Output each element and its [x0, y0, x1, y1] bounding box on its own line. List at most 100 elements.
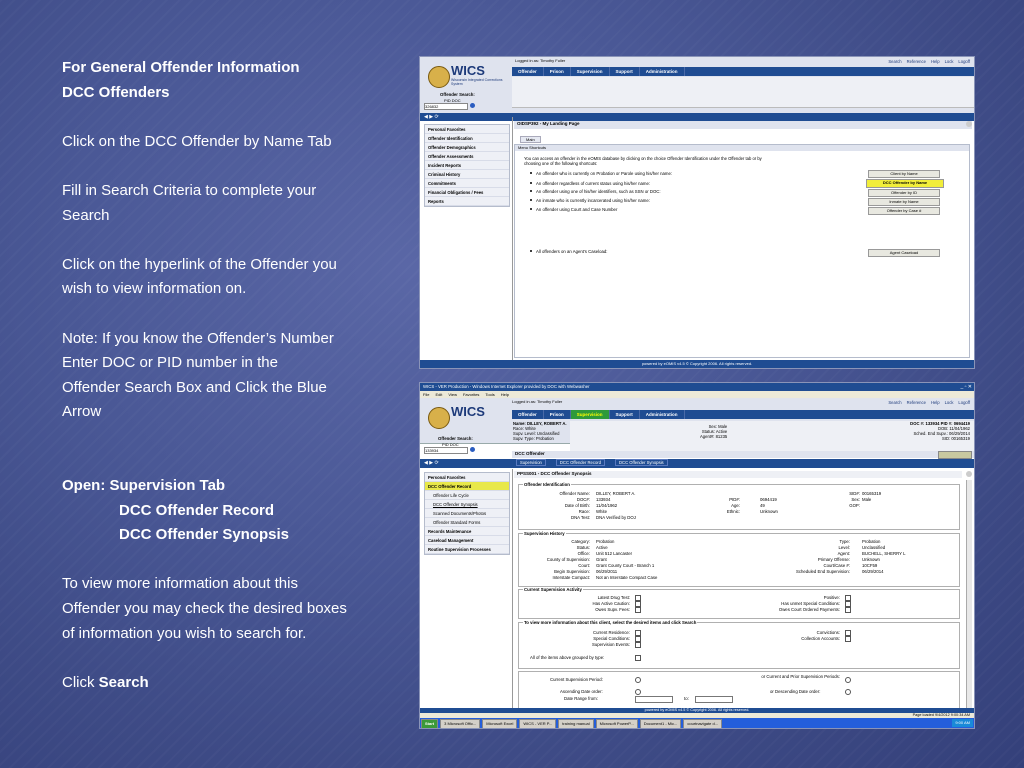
nav-icons[interactable]: ◀ ▶ ⟳ — [424, 114, 439, 120]
help-icon[interactable] — [966, 121, 972, 127]
top-link[interactable]: Help — [931, 400, 940, 405]
nav-item[interactable]: DCC Offender Synopsis — [425, 500, 509, 509]
nav-item[interactable]: Offender Demographics — [425, 143, 509, 152]
date-input[interactable] — [695, 696, 733, 703]
date-input[interactable] — [635, 696, 673, 703]
top-link[interactable]: Logoff — [958, 59, 970, 64]
top-links[interactable]: Search Reference Help Lock Logoff — [883, 59, 970, 64]
tab-supervision[interactable]: Supervision — [570, 410, 610, 419]
nav-item[interactable]: Criminal History — [425, 170, 509, 179]
nav-item[interactable]: Personal Favorites — [425, 125, 509, 134]
nav-item[interactable]: Personal Favorites — [425, 473, 509, 482]
shortcut-button[interactable]: Agent Caseload — [868, 249, 940, 257]
nav-item[interactable]: Caseload Management — [425, 536, 509, 545]
radio-button[interactable] — [845, 677, 851, 683]
nav-icons[interactable]: ◀ ▶ ⟳ — [424, 460, 439, 466]
tab-administration[interactable]: Administration — [640, 67, 685, 76]
checkbox[interactable] — [635, 642, 641, 648]
help-icon[interactable] — [966, 471, 972, 477]
field-value: DNA Verified by DOJ — [596, 515, 636, 520]
menu-item[interactable]: Help — [501, 392, 509, 397]
search-go-arrow-icon[interactable] — [470, 103, 475, 108]
start-button[interactable]: Start — [421, 719, 439, 728]
nav-item[interactable]: DCC Offender Record — [425, 482, 509, 491]
tab-support[interactable]: Support — [610, 410, 640, 419]
taskbar-item[interactable]: Microsoft PowerP... — [595, 719, 638, 728]
nav-item[interactable]: Financial Obligations / Fees — [425, 188, 509, 197]
page-title: OIDSP392 - My Landing Page — [514, 121, 972, 129]
tab-administration[interactable]: Administration — [640, 410, 685, 419]
radio-button[interactable] — [845, 689, 851, 695]
menu-item[interactable]: Favorites — [463, 392, 479, 397]
taskbar-item[interactable]: Document1 - Mic... — [639, 719, 682, 728]
nav-item[interactable]: Offender Standard Forms — [425, 518, 509, 527]
tab-prison[interactable]: Prison — [544, 410, 571, 419]
tab-prison[interactable]: Prison — [544, 67, 571, 76]
clock: 9:00 AM — [952, 719, 973, 727]
print-help-buttons[interactable] — [938, 451, 972, 459]
nav-item[interactable]: Offender Assessments — [425, 152, 509, 161]
shortcut-button[interactable]: DCC Offender by Name — [866, 179, 944, 188]
breadcrumb-item[interactable]: DCC Offender Record — [555, 459, 606, 466]
header-field: Agent#: 81235 — [700, 434, 728, 439]
nav-item[interactable]: Routine Supervision Processes — [425, 545, 509, 554]
menu-item[interactable]: View — [448, 392, 457, 397]
field-label: All of the items above grouped by type: — [530, 655, 605, 660]
top-link[interactable]: Search — [888, 59, 901, 64]
menu-item[interactable]: Tools — [485, 392, 494, 397]
checkbox[interactable] — [845, 636, 851, 642]
top-link[interactable]: Search — [888, 400, 901, 405]
menu-item[interactable]: File — [423, 392, 429, 397]
nav-item[interactable]: Incident Reports — [425, 161, 509, 170]
shortcut-button[interactable]: Offender by ID — [868, 189, 940, 197]
taskbar-item[interactable]: WICS - VER P... — [519, 719, 557, 728]
nav-item[interactable]: Records Maintenance — [425, 527, 509, 536]
top-link[interactable]: Logoff — [958, 400, 970, 405]
field-label: GOP: — [849, 503, 860, 508]
taskbar-item[interactable]: training manual — [558, 719, 594, 728]
offender-search-input[interactable]: 133934 — [424, 447, 468, 454]
tab-support[interactable]: Support — [610, 67, 640, 76]
breadcrumb-item[interactable]: Supervision — [516, 459, 546, 466]
nav-item[interactable]: Scanned Documents/Photos — [425, 509, 509, 518]
nav-item[interactable]: Commitments — [425, 179, 509, 188]
wics-synopsis-screenshot: WICS - VER Production - Windows Internet… — [419, 382, 975, 729]
nav-item[interactable]: Offender Life Cycle — [425, 491, 509, 500]
menu-item[interactable]: Edit — [435, 392, 442, 397]
top-link[interactable]: Help — [931, 59, 940, 64]
taskbar-item[interactable]: courtnavigate d... — [683, 719, 723, 728]
tab-offender[interactable]: Offender — [512, 410, 544, 419]
tab-main[interactable]: Main — [520, 136, 541, 143]
search-go-arrow-icon[interactable] — [470, 447, 475, 452]
field-value: 49 — [760, 503, 765, 508]
window-controls[interactable]: _ ▫ ✕ — [960, 384, 972, 390]
radio-button[interactable] — [635, 689, 641, 695]
breadcrumb-item[interactable]: DCC Offender Synopsis — [615, 459, 668, 466]
checkbox[interactable] — [635, 655, 641, 661]
shortcut-option: An offender using Court and Case Number — [536, 207, 618, 212]
nav-item[interactable]: Reports — [425, 197, 509, 206]
shortcut-button[interactable]: Offender by Case # — [868, 207, 940, 215]
top-links[interactable]: Search Reference Help Lock Logoff — [883, 400, 970, 405]
field-label: Owes Supv. Fees: — [595, 607, 630, 612]
shortcut-button[interactable]: Client by Name — [868, 170, 940, 178]
vertical-scrollbar[interactable] — [966, 480, 972, 710]
checkbox[interactable] — [845, 607, 851, 613]
shortcut-option: An offender using one of his/her identif… — [536, 189, 661, 194]
menu-bar[interactable]: File Edit View Favorites Tools Help — [420, 391, 974, 398]
checkbox[interactable] — [635, 607, 641, 613]
tab-offender[interactable]: Offender — [512, 67, 544, 76]
radio-button[interactable] — [635, 677, 641, 683]
top-link[interactable]: Lock — [945, 400, 954, 405]
offender-search-input[interactable]: 326832 — [424, 103, 468, 110]
taskbar-item[interactable]: 3 Microsoft Offic... — [440, 719, 481, 728]
top-link[interactable]: Reference — [907, 400, 926, 405]
field-label: DOC#: — [576, 497, 590, 502]
tab-supervision[interactable]: Supervision — [571, 67, 610, 76]
nav-item[interactable]: Offender Identification — [425, 134, 509, 143]
shortcut-button[interactable]: Inmate by Name — [868, 198, 940, 206]
taskbar-item[interactable]: Microsoft Excel — [482, 719, 518, 728]
field-label: Ethnic: — [726, 509, 740, 514]
top-link[interactable]: Lock — [945, 59, 954, 64]
top-link[interactable]: Reference — [907, 59, 926, 64]
